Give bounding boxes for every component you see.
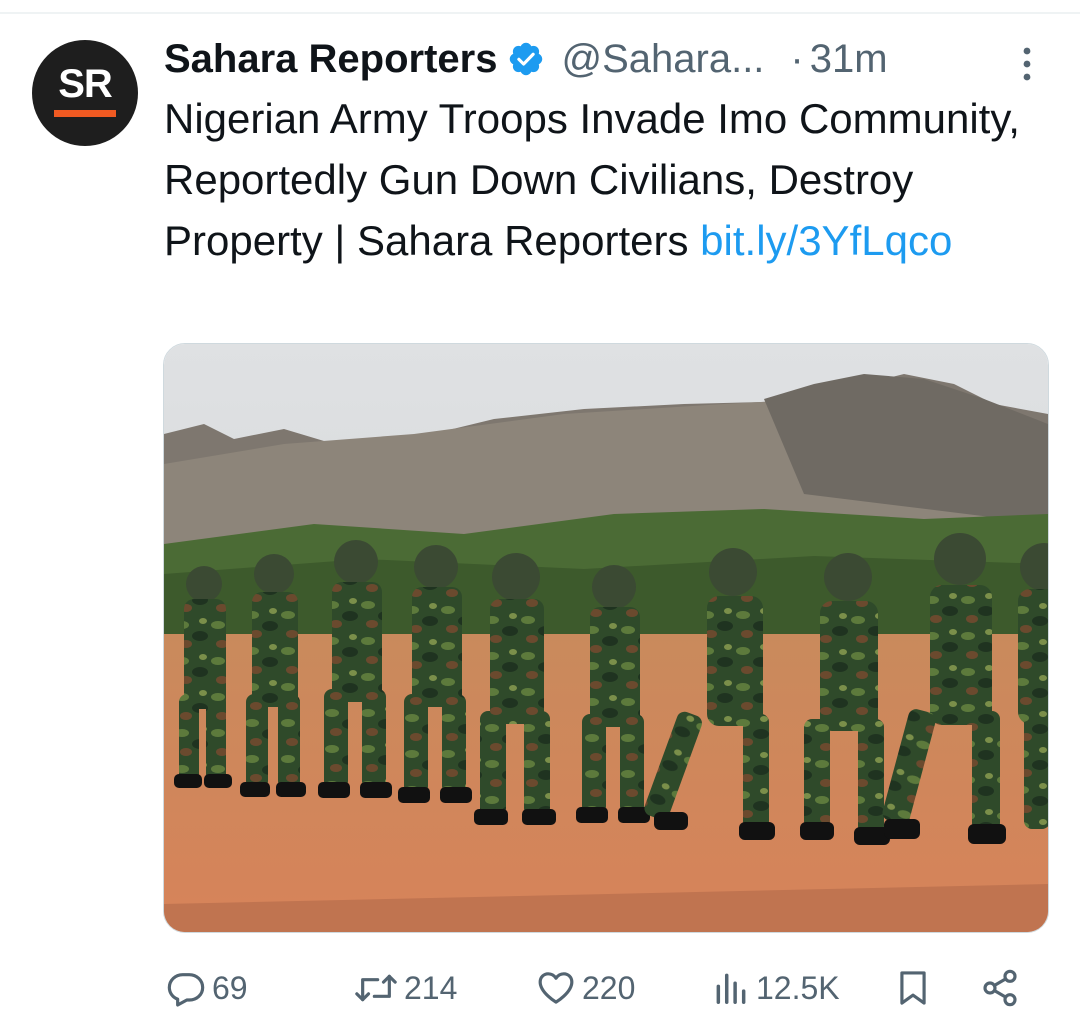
display-name[interactable]: Sahara Reporters xyxy=(164,37,497,82)
bookmark-button[interactable] xyxy=(894,960,932,1016)
tweet-text: Nigerian Army Troops Invade Imo Communit… xyxy=(164,88,1044,271)
soldiers-photo xyxy=(164,344,1048,932)
like-icon xyxy=(538,972,574,1004)
separator-dot: · xyxy=(790,36,804,81)
verified-badge-icon[interactable] xyxy=(507,40,545,78)
views-count: 12.5K xyxy=(756,969,840,1006)
like-button[interactable]: 220 xyxy=(536,960,635,1016)
timestamp[interactable]: 31m xyxy=(810,37,888,82)
more-options-icon[interactable] xyxy=(1012,44,1042,84)
share-button[interactable] xyxy=(980,960,1020,1016)
tweet-header: Sahara Reporters @Sahara... · 31m xyxy=(164,36,1044,82)
avatar-logo-bar xyxy=(54,109,116,117)
tweet-actions: 69 214 220 12.5K xyxy=(0,960,1080,1016)
retweet-icon xyxy=(355,974,397,1002)
bookmark-icon xyxy=(900,971,926,1005)
avatar[interactable]: SR xyxy=(32,40,138,146)
reply-button[interactable]: 69 xyxy=(166,960,248,1016)
views-icon xyxy=(716,973,746,1004)
avatar-logo-text: SR xyxy=(58,61,113,106)
reply-icon xyxy=(167,973,205,1007)
top-divider xyxy=(0,12,1080,14)
views-button[interactable]: 12.5K xyxy=(712,960,840,1016)
retweet-button[interactable]: 214 xyxy=(354,960,457,1016)
handle[interactable]: @Sahara... xyxy=(561,37,764,82)
like-count: 220 xyxy=(582,969,636,1006)
share-icon xyxy=(983,969,1017,1007)
tweet-link[interactable]: bit.ly/3YfLqco xyxy=(700,217,952,264)
retweet-count: 214 xyxy=(404,969,458,1006)
tweet-image[interactable] xyxy=(163,343,1049,933)
reply-count: 69 xyxy=(212,969,248,1006)
